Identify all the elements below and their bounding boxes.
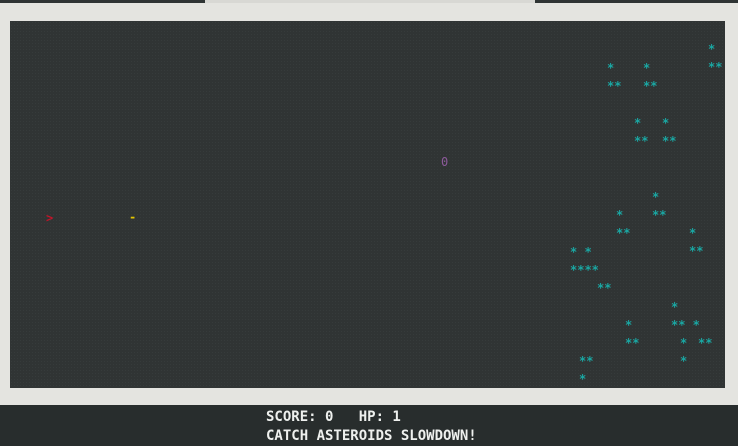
game-message: CATCH ASTEROIDS SLOWDOWN! [266, 428, 477, 444]
asteroid: * [671, 300, 679, 314]
asteroid: ** [607, 79, 622, 93]
asteroid: ** [698, 336, 713, 350]
asteroid: * [680, 354, 688, 368]
asteroid: ** [579, 354, 594, 368]
asteroid: * [662, 116, 670, 130]
asteroid: * [708, 42, 716, 56]
asteroid: * [652, 190, 660, 204]
asteroid: **** [570, 263, 599, 277]
asteroid: * [579, 372, 587, 386]
asteroid: ** [597, 281, 612, 295]
enemy-icon: 0 [441, 155, 449, 169]
asteroid: ** [625, 336, 640, 350]
asteroid: ** [708, 60, 723, 74]
score-hp-readout: SCORE: 0 HP: 1 [266, 409, 401, 425]
player-ship-icon: > [46, 211, 54, 225]
asteroid: * [680, 336, 688, 350]
asteroid: * [689, 226, 697, 240]
asteroid: ** [643, 79, 658, 93]
asteroid: * [625, 318, 633, 332]
game-frame: > - 0 * ** * ** * ** * ** * ** * ** * **… [0, 3, 738, 405]
asteroid: ** [616, 226, 631, 240]
asteroid: * [616, 208, 624, 222]
asteroid: ** [662, 134, 677, 148]
asteroid: * * [570, 245, 592, 259]
asteroid: ** [634, 134, 649, 148]
asteroid: * [607, 61, 615, 75]
asteroid: * [634, 116, 642, 130]
asteroid: ** [689, 244, 704, 258]
game-field[interactable]: > - 0 * ** * ** * ** * ** * ** * ** * **… [10, 21, 725, 388]
bullet-icon: - [129, 210, 137, 224]
asteroid: ** [652, 208, 667, 222]
asteroid: ** * [671, 318, 700, 332]
asteroid: * [643, 61, 651, 75]
status-bar: SCORE: 0 HP: 1 CATCH ASTEROIDS SLOWDOWN! [0, 405, 738, 446]
